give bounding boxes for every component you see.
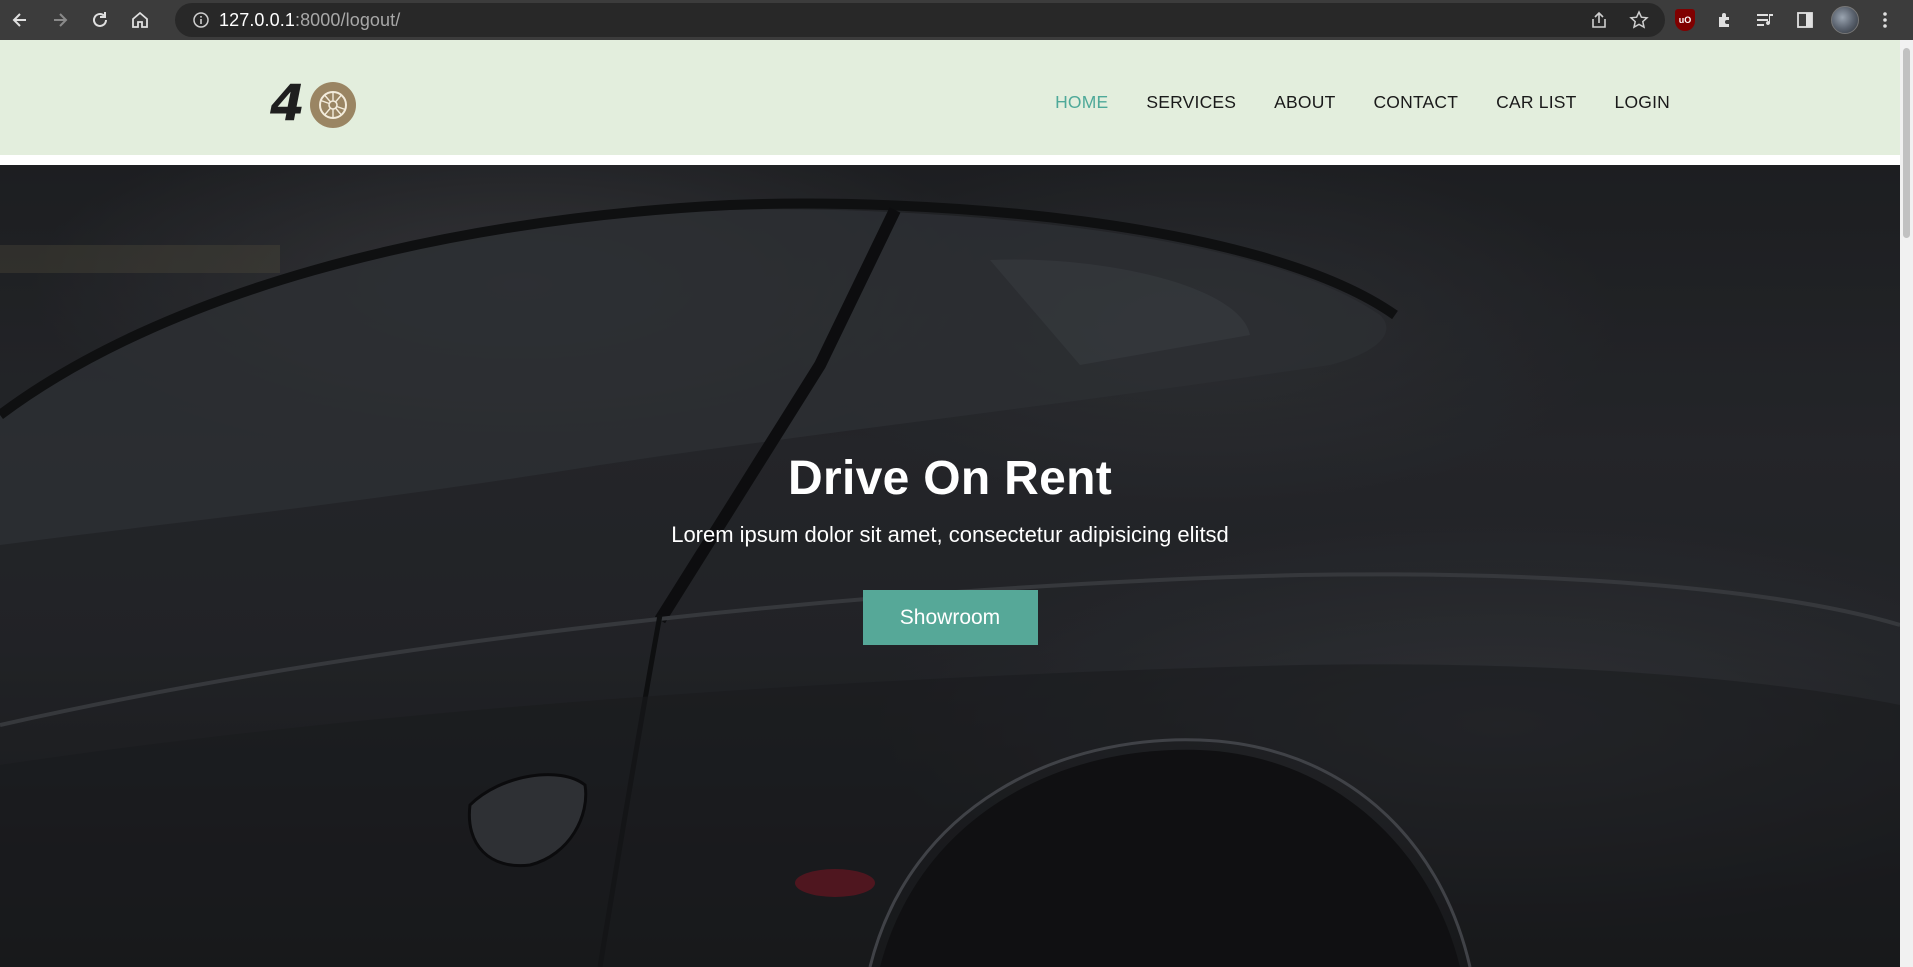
hero-content: Drive On Rent Lorem ipsum dolor sit amet… [0, 165, 1900, 967]
wheel-icon [310, 82, 356, 128]
scrollbar-thumb[interactable] [1903, 48, 1910, 238]
hero-section: Drive On Rent Lorem ipsum dolor sit amet… [0, 165, 1900, 967]
logo-number: 4 [270, 74, 305, 132]
reload-icon [93, 12, 107, 27]
side-panel-button[interactable] [1785, 0, 1825, 40]
url-text[interactable]: 127.0.0.1:8000/logout/ [219, 10, 400, 31]
home-button[interactable] [120, 0, 160, 40]
address-bar[interactable]: 127.0.0.1:8000/logout/ [175, 3, 1665, 37]
nav-login[interactable]: LOGIN [1615, 92, 1670, 113]
side-panel-icon [1797, 12, 1813, 28]
browser-toolbar: 127.0.0.1:8000/logout/ uO [0, 0, 1913, 40]
home-icon [132, 11, 148, 28]
main-nav: HOME SERVICES ABOUT CONTACT CAR LIST LOG… [1017, 92, 1670, 113]
menu-button[interactable] [1865, 0, 1905, 40]
menu-icon [1883, 12, 1887, 28]
header-divider [0, 155, 1900, 165]
url-host: 127.0.0.1 [219, 9, 295, 30]
forward-icon [54, 13, 68, 27]
hero-subtitle: Lorem ipsum dolor sit amet, consectetur … [671, 522, 1229, 547]
nav-services[interactable]: SERVICES [1146, 92, 1236, 113]
nav-car-list[interactable]: CAR LIST [1496, 92, 1576, 113]
nav-contact[interactable]: CONTACT [1373, 92, 1458, 113]
reload-button[interactable] [80, 0, 120, 40]
ublock-icon: uO [1675, 9, 1695, 31]
showroom-button[interactable]: Showroom [862, 590, 1038, 645]
bookmark-star-icon [1629, 10, 1649, 29]
extensions-button[interactable] [1705, 0, 1745, 40]
share-button[interactable] [1579, 0, 1619, 40]
ublock-button[interactable]: uO [1665, 0, 1705, 40]
profile-button[interactable] [1825, 0, 1865, 40]
profile-avatar [1831, 6, 1859, 34]
reading-list-icon [1757, 14, 1773, 26]
extensions-icon [1719, 13, 1729, 27]
forward-button[interactable] [40, 0, 80, 40]
hero-title: Drive On Rent [788, 452, 1112, 505]
back-button[interactable] [0, 0, 40, 40]
site-logo[interactable]: 4 [270, 78, 356, 128]
back-icon [12, 13, 26, 27]
nav-about[interactable]: ABOUT [1274, 92, 1335, 113]
bookmark-button[interactable] [1619, 0, 1659, 40]
page-scrollbar[interactable] [1900, 40, 1913, 967]
nav-home[interactable]: HOME [1055, 92, 1108, 113]
url-path: :8000/logout/ [294, 9, 401, 30]
page-viewport: 4 HOME SERVICES ABOUT CONTACT CAR LIST L… [0, 40, 1900, 967]
share-icon [1592, 11, 1606, 28]
site-header: 4 HOME SERVICES ABOUT CONTACT CAR LIST L… [0, 40, 1900, 155]
site-info-button[interactable] [183, 11, 219, 29]
reading-list-button[interactable] [1745, 0, 1785, 40]
info-icon [193, 12, 209, 28]
